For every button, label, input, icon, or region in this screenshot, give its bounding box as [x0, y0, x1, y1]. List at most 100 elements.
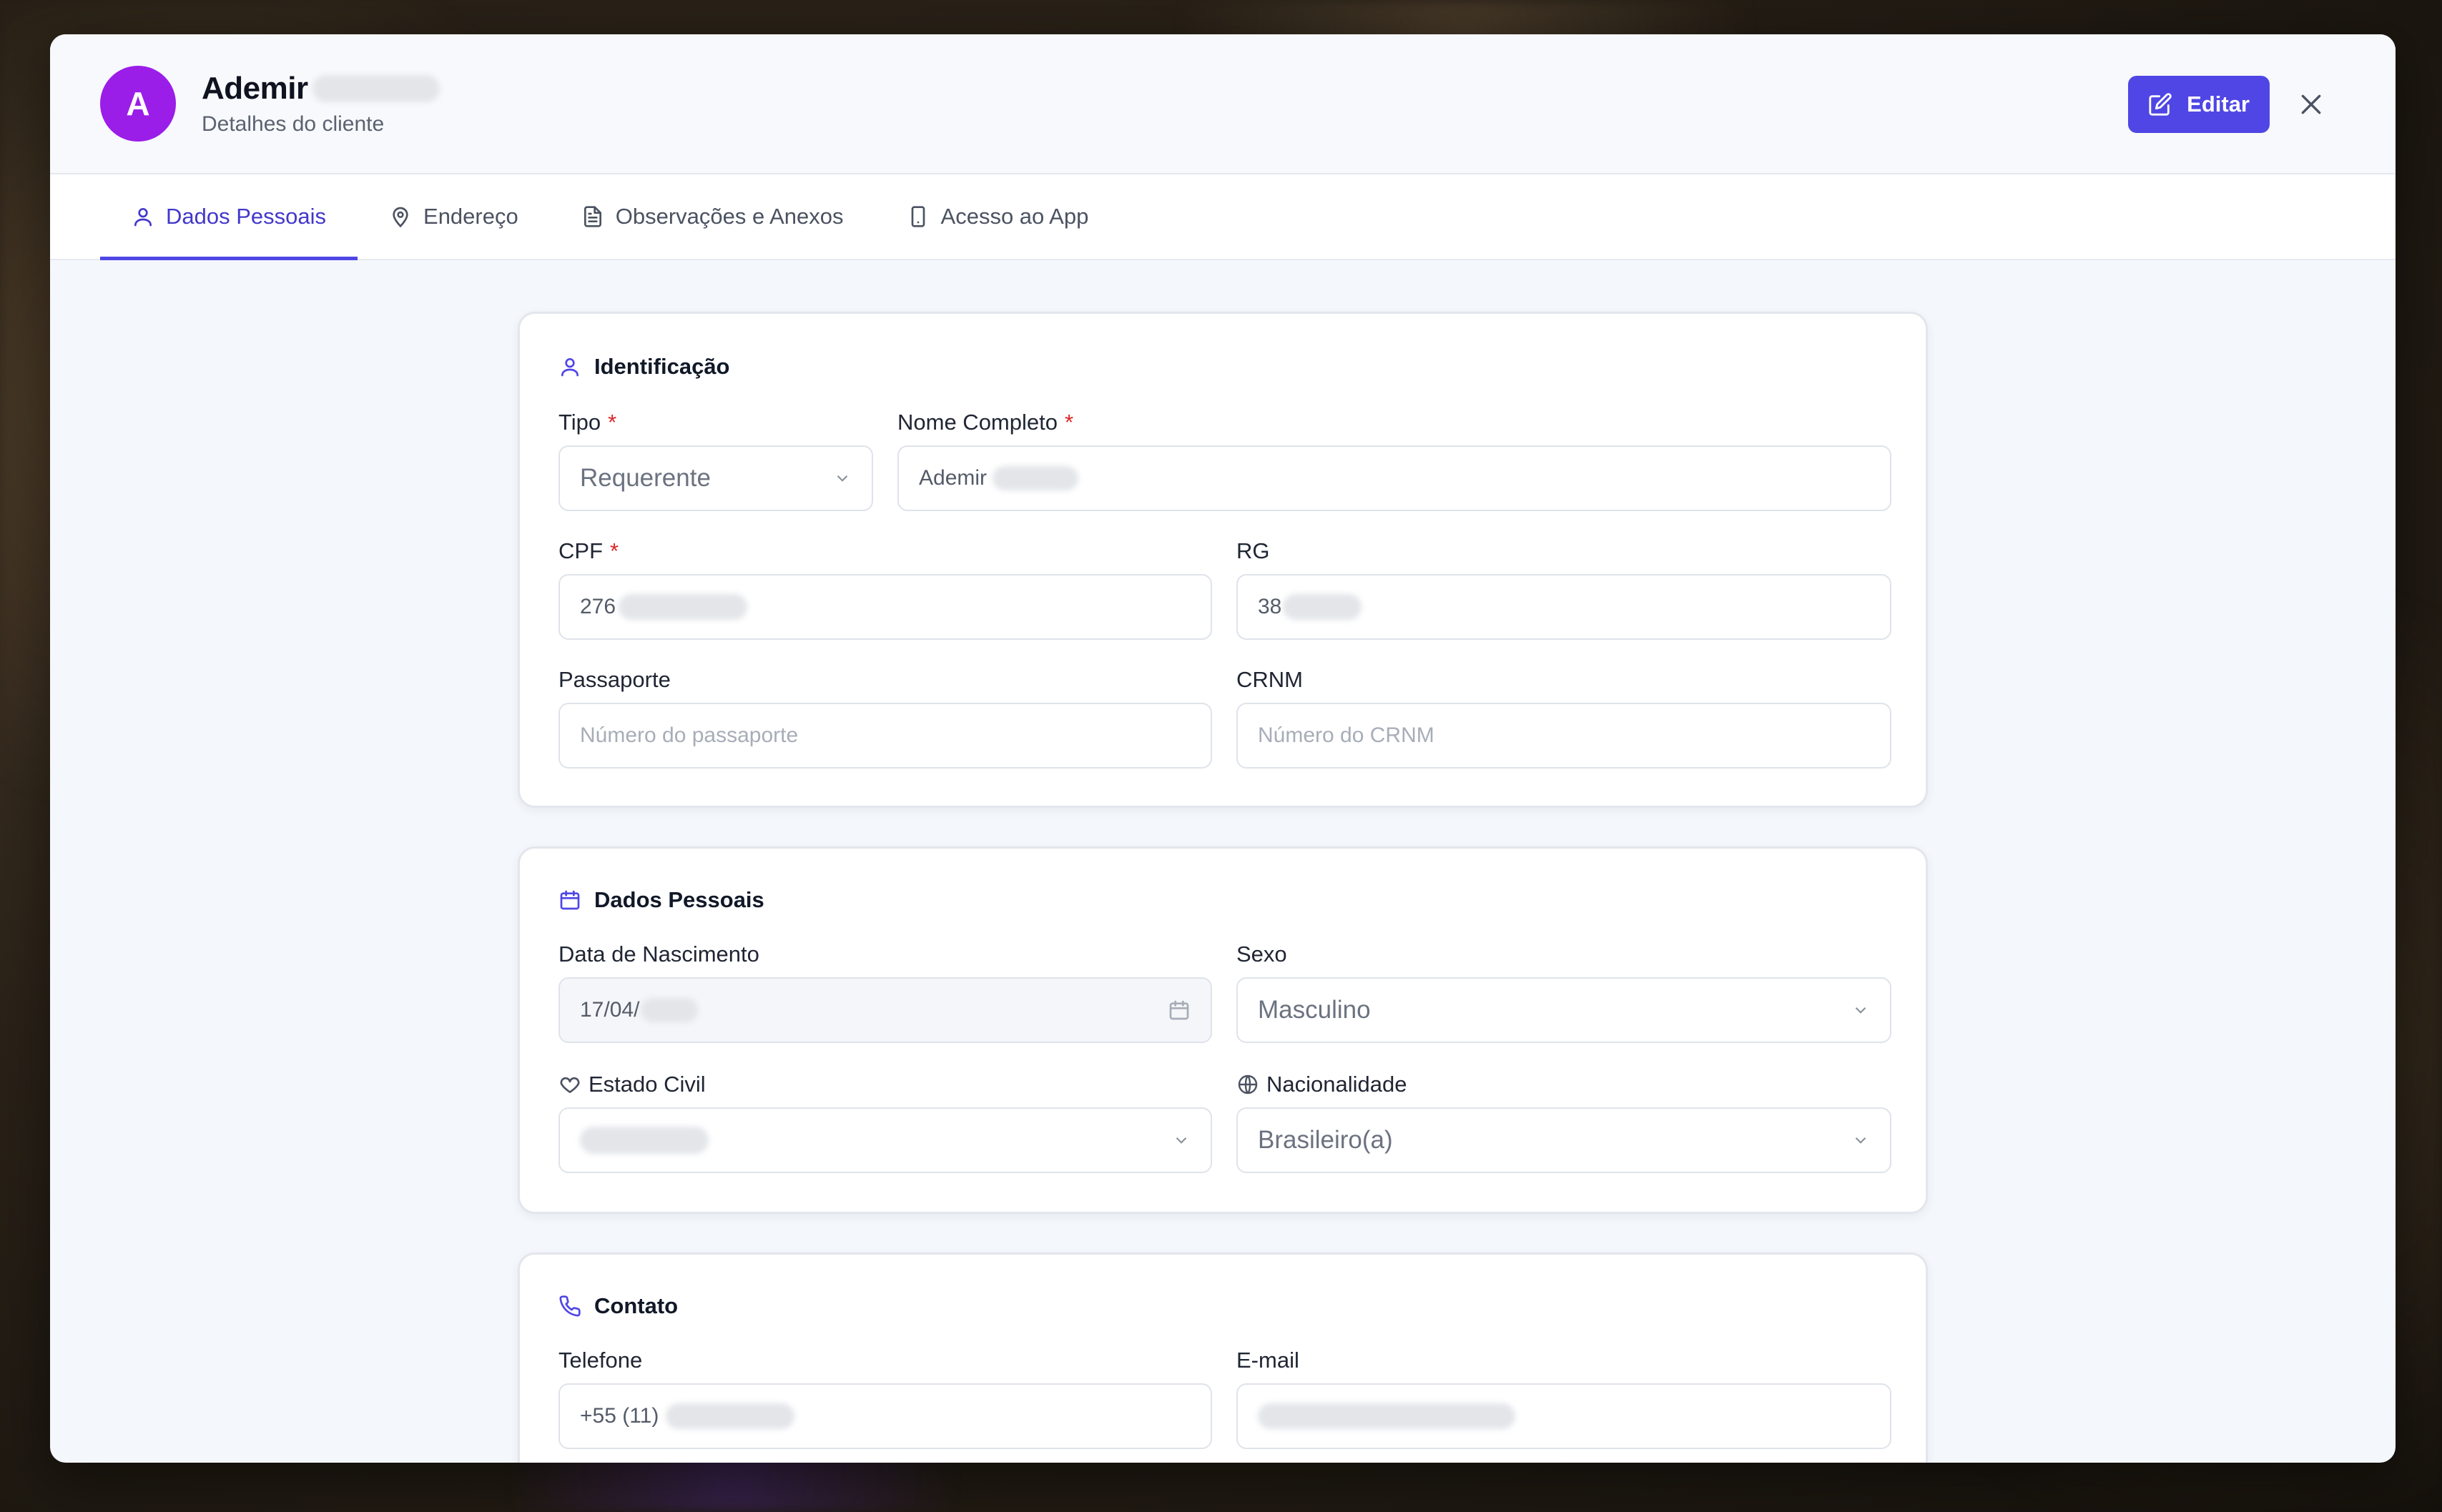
user-icon: [561, 358, 579, 377]
section-title: Contato: [594, 1293, 679, 1318]
rg-input[interactable]: 38: [1236, 574, 1891, 640]
input-value-wrap: 17/04/: [580, 998, 699, 1022]
dados-pessoais-title: Dados Pessoais: [558, 887, 764, 913]
redacted-text: [993, 466, 1079, 490]
calendar-icon: [560, 890, 580, 910]
required-mark: *: [1064, 410, 1074, 435]
modal-subtitle: Detalhes do cliente: [202, 112, 385, 136]
redacted-text: [580, 1127, 709, 1154]
redacted-text: [666, 1403, 795, 1429]
cpf-input[interactable]: 276: [558, 574, 1212, 640]
rg-label: RG: [1236, 538, 1270, 564]
label-text: Tipo: [558, 410, 601, 435]
heart-icon: [560, 1077, 580, 1093]
crnm-input[interactable]: Número do CRNM: [1236, 703, 1891, 769]
map-pin-icon: [393, 207, 408, 228]
tab-content: Identificação Tipo * Requerente Nome Com…: [50, 260, 2396, 1463]
label-text: Passaporte: [558, 667, 671, 692]
input-placeholder: Número do passaporte: [580, 723, 799, 747]
tab-label: Dados Pessoais: [166, 204, 327, 229]
input-placeholder: Número do CRNM: [1258, 723, 1434, 747]
chevron-down-icon: [1176, 1137, 1187, 1144]
tab-endereco[interactable]: Endereço: [358, 174, 550, 259]
label-text: Nacionalidade: [1266, 1072, 1407, 1097]
label-text: Telefone: [558, 1348, 643, 1373]
label-text: CPF: [558, 538, 603, 563]
document-icon: [584, 206, 601, 227]
identificacao-card: Identificação Tipo * Requerente Nome Com…: [518, 312, 1928, 808]
input-value: 38: [1258, 595, 1282, 618]
estado-civil-select[interactable]: [558, 1107, 1212, 1173]
client-details-modal: A Ademir Detalhes do cliente Editar Dado…: [50, 34, 2396, 1463]
nacionalidade-label: Nacionalidade: [1236, 1072, 1407, 1097]
avatar: A: [100, 66, 176, 142]
nome-completo-label: Nome Completo *: [897, 410, 1073, 435]
tab-label: Endereço: [423, 204, 518, 229]
tab-bar: Dados Pessoais Endereço Observações e An…: [50, 174, 2396, 260]
cpf-label: CPF *: [558, 538, 619, 564]
redacted-text: [1258, 1403, 1515, 1429]
input-value: 17/04/: [580, 998, 640, 1022]
email-label: E-mail: [1236, 1348, 1299, 1373]
chevron-down-icon: [837, 475, 848, 482]
tab-label: Acesso ao App: [940, 204, 1089, 229]
dados-pessoais-card: Dados Pessoais Data de Nascimento 17/04/…: [518, 846, 1928, 1214]
select-value: Brasileiro(a): [1258, 1126, 1393, 1154]
redacted-text: [641, 998, 699, 1022]
label-text: Sexo: [1236, 942, 1287, 967]
contato-title: Contato: [558, 1293, 678, 1319]
tab-dados-pessoais[interactable]: Dados Pessoais: [100, 174, 358, 260]
input-value: Ademir: [919, 466, 988, 490]
tab-observacoes-anexos[interactable]: Observações e Anexos: [550, 174, 875, 259]
passaporte-input[interactable]: Número do passaporte: [558, 703, 1212, 769]
calendar-icon[interactable]: [1168, 999, 1191, 1022]
passaporte-label: Passaporte: [558, 667, 671, 693]
section-title: Dados Pessoais: [594, 887, 764, 912]
nacionalidade-select[interactable]: Brasileiro(a): [1236, 1107, 1891, 1173]
sexo-label: Sexo: [1236, 942, 1287, 967]
close-button[interactable]: [2295, 89, 2327, 120]
smartphone-icon: [911, 206, 925, 227]
identificacao-title: Identificação: [558, 354, 730, 380]
telefone-label: Telefone: [558, 1348, 642, 1373]
phone-icon: [559, 1295, 581, 1317]
input-value: +55 (11): [580, 1404, 659, 1428]
required-mark: *: [610, 538, 619, 563]
nome-completo-input[interactable]: Ademir: [897, 445, 1891, 511]
data-nascimento-input[interactable]: 17/04/: [558, 977, 1212, 1043]
edit-button[interactable]: Editar: [2128, 76, 2270, 133]
select-value: Requerente: [580, 464, 711, 492]
telefone-input[interactable]: +55 (11): [558, 1383, 1212, 1449]
sexo-select[interactable]: Masculino: [1236, 977, 1891, 1043]
chevron-down-icon: [1855, 1007, 1866, 1014]
label-text: Nome Completo: [897, 410, 1058, 435]
tipo-label: Tipo *: [558, 410, 616, 435]
input-value: 276: [580, 595, 616, 618]
tipo-select[interactable]: Requerente: [558, 445, 873, 511]
label-text: RG: [1236, 538, 1270, 563]
label-text: E-mail: [1236, 1348, 1299, 1373]
client-name: Ademir: [202, 71, 308, 106]
tab-label: Observações e Anexos: [615, 204, 844, 229]
required-mark: *: [608, 410, 617, 435]
section-title: Identificação: [594, 354, 730, 379]
tab-acesso-app[interactable]: Acesso ao App: [875, 174, 1121, 259]
select-value: Masculino: [1258, 996, 1371, 1024]
crnm-label: CRNM: [1236, 667, 1303, 693]
title-block: Ademir Detalhes do cliente: [202, 71, 440, 137]
label-text: CRNM: [1236, 667, 1303, 692]
name-row: Ademir: [202, 71, 440, 107]
label-text: Estado Civil: [589, 1072, 706, 1097]
label-text: Data de Nascimento: [558, 942, 759, 967]
redacted-text: [1283, 594, 1362, 620]
email-input[interactable]: [1236, 1383, 1891, 1449]
edit-icon: [2149, 93, 2172, 116]
redacted-text: [619, 594, 748, 620]
close-icon: [2301, 94, 2321, 114]
contato-card: Contato Telefone +55 (11) E-mail: [518, 1252, 1928, 1463]
globe-icon: [1238, 1074, 1258, 1095]
modal-header: A Ademir Detalhes do cliente Editar: [50, 34, 2396, 174]
user-icon: [134, 208, 152, 227]
chevron-down-icon: [1855, 1137, 1866, 1144]
data-nascimento-label: Data de Nascimento: [558, 942, 759, 967]
